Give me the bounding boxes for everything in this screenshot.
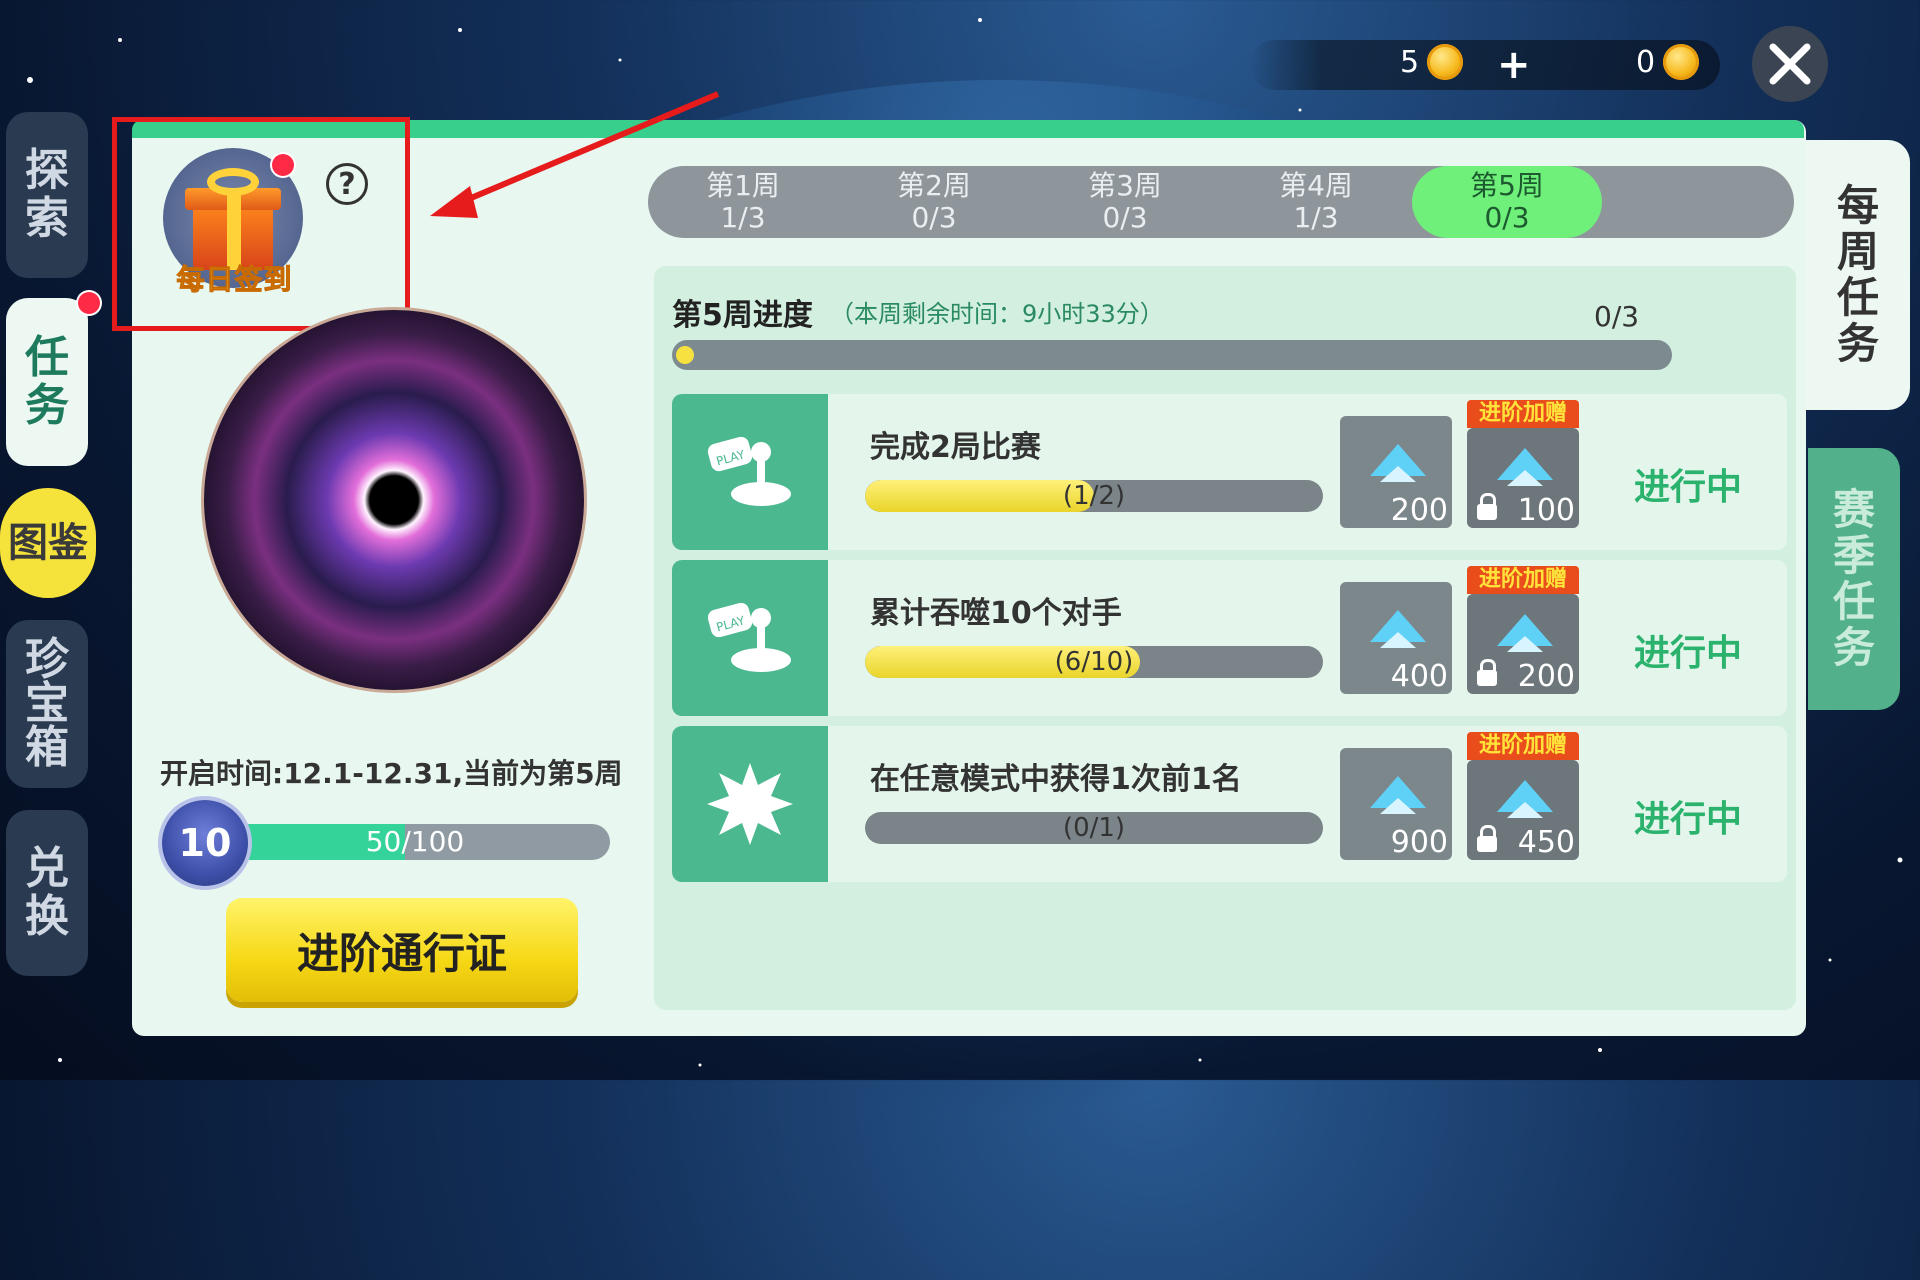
bonus-amount: 450 <box>1517 825 1575 860</box>
week-progress: 0/3 <box>911 201 957 234</box>
reward-amount: 200 <box>1390 493 1448 528</box>
add-currency-button[interactable]: + <box>1497 42 1531 88</box>
sidebar-item-tasks[interactable]: 任 务 <box>6 298 88 466</box>
rank-up-arrow-inner <box>1507 636 1543 652</box>
week-label: 第3周 <box>1088 169 1162 202</box>
week-label: 第5周 <box>1470 169 1544 202</box>
week-label: 第1周 <box>706 169 780 202</box>
tab-week-1[interactable]: 第1周 1/3 <box>648 166 838 238</box>
task-progress-text: (1/2) <box>1062 481 1126 511</box>
highlight-box <box>112 117 410 331</box>
tab-label: 赛 季 任 务 <box>1832 485 1875 672</box>
play-joystick-icon: PLAY <box>707 436 791 506</box>
bonus-tag: 进阶加赠 <box>1467 732 1579 760</box>
task-status: 进行中 <box>1634 633 1743 674</box>
rank-up-arrow-inner <box>1380 466 1416 482</box>
bonus-tag: 进阶加赠 <box>1467 400 1579 428</box>
task-row <box>672 726 1787 882</box>
week-progress-marker <box>676 346 694 364</box>
sidebar-item-collection[interactable]: 图鉴 <box>0 488 96 598</box>
week-progress: 0/3 <box>1484 201 1530 234</box>
lock-icon <box>1477 659 1497 686</box>
task-status: 进行中 <box>1634 799 1743 840</box>
week-progress-count: 0/3 <box>1594 300 1640 333</box>
rank-up-arrow-inner <box>1507 470 1543 486</box>
bonus-reward-item[interactable]: 200 <box>1467 594 1579 694</box>
sidebar-item-exchange[interactable]: 兑 换 <box>6 810 88 976</box>
sidebar-item-label: 探 索 <box>25 145 69 244</box>
week-remaining-time: （本周剩余时间：9小时33分） <box>830 300 1164 328</box>
week-progress: 1/3 <box>1293 201 1339 234</box>
task-title: 完成2局比赛 <box>870 430 1041 465</box>
week-label: 第4周 <box>1279 169 1353 202</box>
season-level-badge: 10 <box>162 800 248 886</box>
bonus-amount: 100 <box>1517 493 1575 528</box>
sidebar-item-explore[interactable]: 探 索 <box>6 112 88 278</box>
rank-up-arrow-inner <box>1507 802 1543 818</box>
sidebar-item-label: 图鉴 <box>8 520 88 566</box>
spiky-ball-icon <box>707 763 793 845</box>
week-progress: 0/3 <box>1102 201 1148 234</box>
sidebar-item-label: 任 务 <box>25 332 69 431</box>
task-icon-cell <box>672 726 828 882</box>
tab-week-4[interactable]: 第4周 1/3 <box>1221 166 1411 238</box>
bonus-tag: 进阶加赠 <box>1467 566 1579 594</box>
season-emblem-black-hole <box>204 310 584 690</box>
gold-medal-icon <box>1663 44 1700 80</box>
tab-week-5[interactable]: 第5周 0/3 <box>1412 166 1602 238</box>
season-level: 10 <box>178 821 232 865</box>
season-xp-text: 50/100 <box>365 825 465 858</box>
close-icon <box>1769 43 1811 85</box>
week-progress: 1/3 <box>720 201 766 234</box>
task-title: 在任意模式中获得1次前1名 <box>870 762 1242 797</box>
reward-item[interactable]: 200 <box>1340 416 1452 528</box>
reward-item[interactable]: 900 <box>1340 748 1452 860</box>
task-status: 进行中 <box>1634 467 1743 508</box>
coin-count: 5 <box>1400 44 1420 80</box>
bonus-reward-item[interactable]: 450 <box>1467 760 1579 860</box>
close-button[interactable] <box>1752 26 1828 102</box>
tab-season-tasks[interactable]: 赛 季 任 务 <box>1808 448 1900 710</box>
rank-up-arrow-inner <box>1380 798 1416 814</box>
coin-icon <box>1427 44 1464 80</box>
reward-amount: 400 <box>1390 659 1448 694</box>
notification-dot <box>78 292 100 314</box>
lock-icon <box>1477 493 1497 520</box>
tab-weekly-tasks[interactable]: 每 周 任 务 <box>1806 140 1910 410</box>
task-row <box>672 560 1787 716</box>
tab-week-2[interactable]: 第2周 0/3 <box>839 166 1029 238</box>
bonus-amount: 200 <box>1517 659 1575 694</box>
rank-up-arrow-inner <box>1380 632 1416 648</box>
gem-count: 0 <box>1636 44 1656 80</box>
coin-counter: 5 <box>1400 44 1464 80</box>
week-label: 第2周 <box>897 169 971 202</box>
advanced-pass-button[interactable]: 进阶通行证 <box>226 898 578 1002</box>
bonus-reward-item[interactable]: 100 <box>1467 428 1579 528</box>
task-row <box>672 394 1787 550</box>
task-progress-text: (6/10) <box>1054 647 1134 677</box>
task-icon-cell: PLAY <box>672 560 828 716</box>
week-progress-bar <box>672 340 1672 370</box>
season-open-time: 开启时间:12.1-12.31,当前为第5周 <box>160 757 623 790</box>
tab-week-3[interactable]: 第3周 0/3 <box>1030 166 1220 238</box>
sidebar-item-label: 兑 换 <box>25 843 69 942</box>
lock-icon <box>1477 825 1497 852</box>
sidebar-item-treasure-chest[interactable]: 珍 宝 箱 <box>6 620 88 788</box>
task-title: 累计吞噬10个对手 <box>870 596 1122 631</box>
gem-counter: 0 <box>1636 44 1700 80</box>
reward-item[interactable]: 400 <box>1340 582 1452 694</box>
task-icon-cell: PLAY <box>672 394 828 550</box>
task-progress-text: (0/1) <box>1062 813 1126 843</box>
tab-label: 每 周 任 务 <box>1836 181 1879 368</box>
play-joystick-icon: PLAY <box>707 602 791 672</box>
reward-amount: 900 <box>1390 825 1448 860</box>
sidebar-item-label: 珍 宝 箱 <box>25 634 69 773</box>
week-progress-title: 第5周进度 <box>672 298 813 333</box>
advanced-pass-label: 进阶通行证 <box>296 928 507 978</box>
